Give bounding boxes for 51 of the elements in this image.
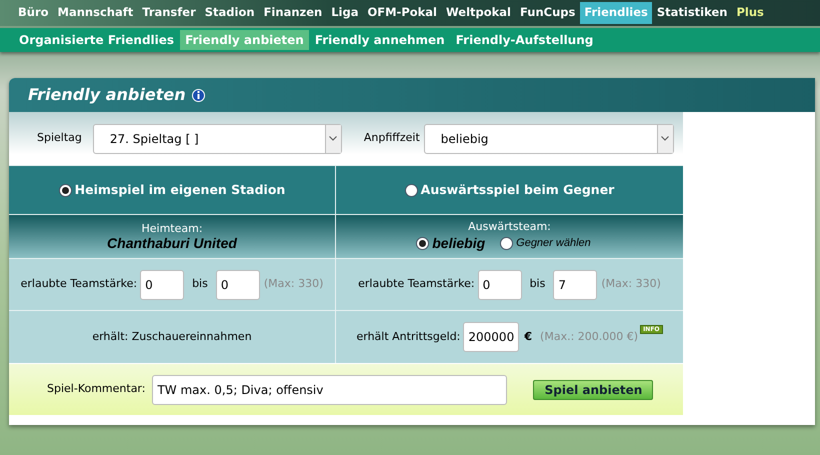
radio-button[interactable] bbox=[500, 236, 514, 250]
option-label: Heimspiel im eigenen Stadion bbox=[74, 180, 286, 199]
panel-title: Friendly anbieten bbox=[28, 84, 186, 106]
team-label: Auswärtsteam: bbox=[468, 220, 551, 232]
max-note: (Max: 330) bbox=[264, 276, 324, 292]
nav-tab[interactable]: Weltpokal bbox=[442, 2, 515, 24]
anpfiffzeit-select[interactable]: beliebig bbox=[424, 124, 674, 154]
spieltag-select[interactable]: 27. Spieltag [ ] bbox=[92, 124, 342, 154]
sub-nav-tab[interactable]: Friendly annehmen bbox=[310, 30, 450, 50]
max-note: (Max: 330) bbox=[601, 276, 661, 292]
team-choice-label: Gegner wählen bbox=[516, 236, 591, 251]
radio-button[interactable] bbox=[58, 184, 72, 196]
comment-label: Spiel-Kommentar: bbox=[47, 381, 146, 398]
sub-nav-tab[interactable]: Organisierte Friendlies bbox=[14, 30, 180, 50]
dropdown-caret-icon bbox=[656, 124, 673, 152]
strength-min-field[interactable]: 0 bbox=[478, 270, 522, 300]
nav-tab[interactable]: Statistiken bbox=[652, 2, 732, 24]
radio-button[interactable] bbox=[404, 184, 418, 196]
nav-tab[interactable]: Finanzen bbox=[260, 2, 326, 24]
strength-max-field[interactable]: 7 bbox=[553, 270, 598, 300]
nav-tab[interactable]: FunCups bbox=[516, 2, 580, 24]
option-label: Auswärtsspiel beim Gegner bbox=[420, 180, 614, 199]
team-name: Chanthaburi United bbox=[107, 235, 237, 251]
strength-max-field[interactable]: 0 bbox=[216, 270, 260, 300]
nav-tab[interactable]: Plus bbox=[732, 2, 768, 24]
info-icon[interactable] bbox=[192, 88, 205, 102]
anpfiffzeit-label: Anpfiffzeit bbox=[364, 130, 420, 146]
fee-label: erhält Antrittsgeld: bbox=[356, 328, 460, 345]
nav-tab[interactable]: Stadion bbox=[200, 2, 259, 24]
nav-tab[interactable]: Büro bbox=[14, 2, 53, 24]
spieltag-label: Spieltag bbox=[37, 130, 82, 146]
radio-button[interactable] bbox=[416, 236, 430, 250]
nav-tab[interactable]: OFM-Pokal bbox=[363, 2, 441, 24]
bis-label: bis bbox=[192, 276, 208, 292]
nav-tab[interactable]: Liga bbox=[327, 2, 362, 24]
revenue-text: erhält: Zuschauereinnahmen bbox=[92, 328, 252, 345]
bis-label: bis bbox=[530, 276, 546, 292]
sub-nav-tab[interactable]: Friendly-Aufstellung bbox=[450, 30, 598, 50]
team-choice-label: beliebig bbox=[432, 234, 486, 253]
nav-tab[interactable]: Mannschaft bbox=[54, 2, 138, 24]
nav-tab[interactable]: Transfer bbox=[138, 2, 200, 24]
currency-label: € bbox=[524, 328, 532, 345]
strength-min-field[interactable]: 0 bbox=[140, 270, 184, 300]
submit-button[interactable]: Spiel anbieten bbox=[533, 380, 654, 400]
dropdown-caret-icon bbox=[324, 124, 341, 152]
comment-field[interactable]: TW max. 0,5; Diva; offensiv bbox=[152, 374, 508, 404]
strength-label: erlaubte Teamstärke: bbox=[20, 276, 138, 292]
fee-max-note: (Max.: 200.000 €) bbox=[540, 328, 638, 345]
fee-field[interactable]: 200000 bbox=[463, 322, 520, 352]
strength-label: erlaubte Teamstärke: bbox=[358, 276, 475, 292]
team-label: Heimteam: bbox=[141, 222, 203, 235]
